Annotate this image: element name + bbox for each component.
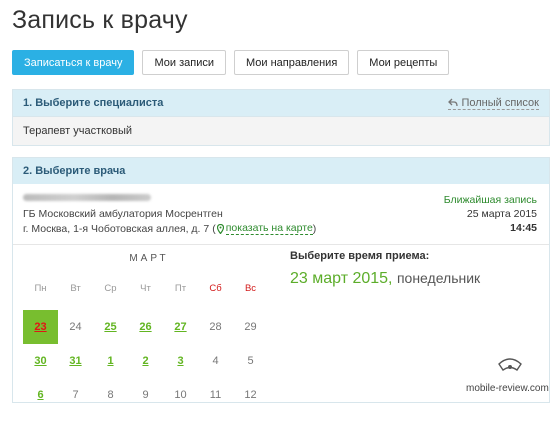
- calendar-day-available[interactable]: 26: [128, 310, 163, 344]
- calendar-day-selected[interactable]: 23: [23, 310, 58, 344]
- show-on-map-link[interactable]: показать на карте: [225, 222, 313, 235]
- clinic-name: ГБ Московский амбулатория Мосрентген: [23, 208, 223, 220]
- calendar-day: 9: [142, 389, 149, 401]
- calendar-day-available[interactable]: 2: [128, 344, 163, 378]
- weekday-header: Пн: [34, 282, 47, 294]
- calendar-day: 29: [244, 321, 257, 333]
- select-time-label: Выберите время приема:: [290, 250, 430, 262]
- selected-date: 23 март 2015,: [290, 270, 393, 287]
- calendar-day: 8: [107, 389, 114, 401]
- nearest-appointment-time: 14:45: [510, 222, 537, 234]
- weekday-header: Пт: [174, 282, 187, 294]
- doctor-name-blurred: [23, 194, 151, 201]
- address-paren-open: (: [212, 222, 216, 235]
- specialist-panel-header: 1. Выберите специалиста Полный список: [13, 90, 549, 116]
- calendar-day-available[interactable]: 31: [58, 344, 93, 378]
- selected-specialist-row[interactable]: Терапевт участковый: [13, 116, 549, 145]
- doctor-card[interactable]: ГБ Московский амбулатория Мосрентген г. …: [13, 184, 549, 244]
- calendar-day: 12: [244, 389, 257, 401]
- full-list-link[interactable]: Полный список: [448, 97, 539, 110]
- calendar-day: 7: [72, 389, 79, 401]
- nearest-appointment-date: 25 марта 2015: [466, 208, 537, 220]
- calendar-day: 11: [209, 389, 222, 401]
- weekday-header: Ср: [104, 282, 117, 294]
- tab-bar: Записаться к врачу Мои записи Мои направ…: [12, 50, 457, 75]
- calendar-day: 28: [209, 321, 222, 333]
- calendar-day-available[interactable]: 1: [93, 344, 128, 378]
- calendar-day: 10: [174, 389, 187, 401]
- calendar-day: 4: [212, 355, 219, 367]
- selected-specialist: Терапевт участковый: [23, 125, 133, 137]
- selected-weekday: понедельник: [396, 270, 481, 286]
- weekday-header: Вс: [244, 282, 257, 294]
- tab-book-appointment[interactable]: Записаться к врачу: [12, 50, 135, 75]
- calendar-day-available[interactable]: 25: [93, 310, 128, 344]
- doctor-panel: 2. Выберите врача ГБ Московский амбулато…: [12, 157, 550, 403]
- weekday-header: Сб: [209, 282, 222, 294]
- specialist-panel: 1. Выберите специалиста Полный список Те…: [12, 89, 550, 146]
- full-list-label: Полный список: [461, 96, 539, 109]
- doctor-panel-header: 2. Выберите врача: [13, 158, 549, 184]
- calendar-day-available[interactable]: 30: [23, 344, 58, 378]
- calendar: МАРТ Пн Вт Ср Чт Пт Сб Вс 23 24 25 26 27 28 29 30 31 1 2 3…: [23, 253, 275, 412]
- calendar-day-available[interactable]: 27: [163, 310, 198, 344]
- tab-my-prescriptions[interactable]: Мои рецепты: [357, 50, 450, 75]
- calendar-day: 5: [247, 355, 254, 367]
- weekday-header: Вт: [70, 282, 81, 294]
- calendar-grid: Пн Вт Ср Чт Пт Сб Вс 23 24 25 26 27 28 29 30 31 1 2 3 4 5 6 7 8…: [23, 276, 275, 412]
- clinic-address: г. Москва, 1-я Чоботовская аллея, д. 7 (…: [23, 222, 316, 235]
- calendar-day-available[interactable]: 3: [163, 344, 198, 378]
- specialist-panel-title: 1. Выберите специалиста: [23, 97, 164, 109]
- doctor-panel-title: 2. Выберите врача: [23, 165, 126, 177]
- tab-my-appointments[interactable]: Мои записи: [142, 50, 226, 75]
- selected-date-display: 23 март 2015, понедельник: [290, 270, 480, 288]
- back-arrow-icon: [448, 98, 459, 107]
- watermark-logo-icon: [498, 358, 522, 371]
- page-title: Запись к врачу: [12, 6, 188, 34]
- nearest-appointment-label: Ближайшая запись: [443, 194, 537, 206]
- address-text: г. Москва, 1-я Чоботовская аллея, д. 7: [23, 222, 210, 235]
- tab-my-referrals[interactable]: Мои направления: [233, 50, 350, 75]
- calendar-month: МАРТ: [129, 253, 169, 264]
- address-paren-close: ): [312, 222, 317, 235]
- weekday-header: Чт: [140, 282, 151, 294]
- watermark-text: mobile-review.com: [466, 383, 549, 394]
- divider: [13, 244, 549, 245]
- map-pin-icon: [216, 223, 224, 234]
- calendar-day-available[interactable]: 6: [23, 378, 58, 412]
- calendar-day: 24: [69, 321, 82, 333]
